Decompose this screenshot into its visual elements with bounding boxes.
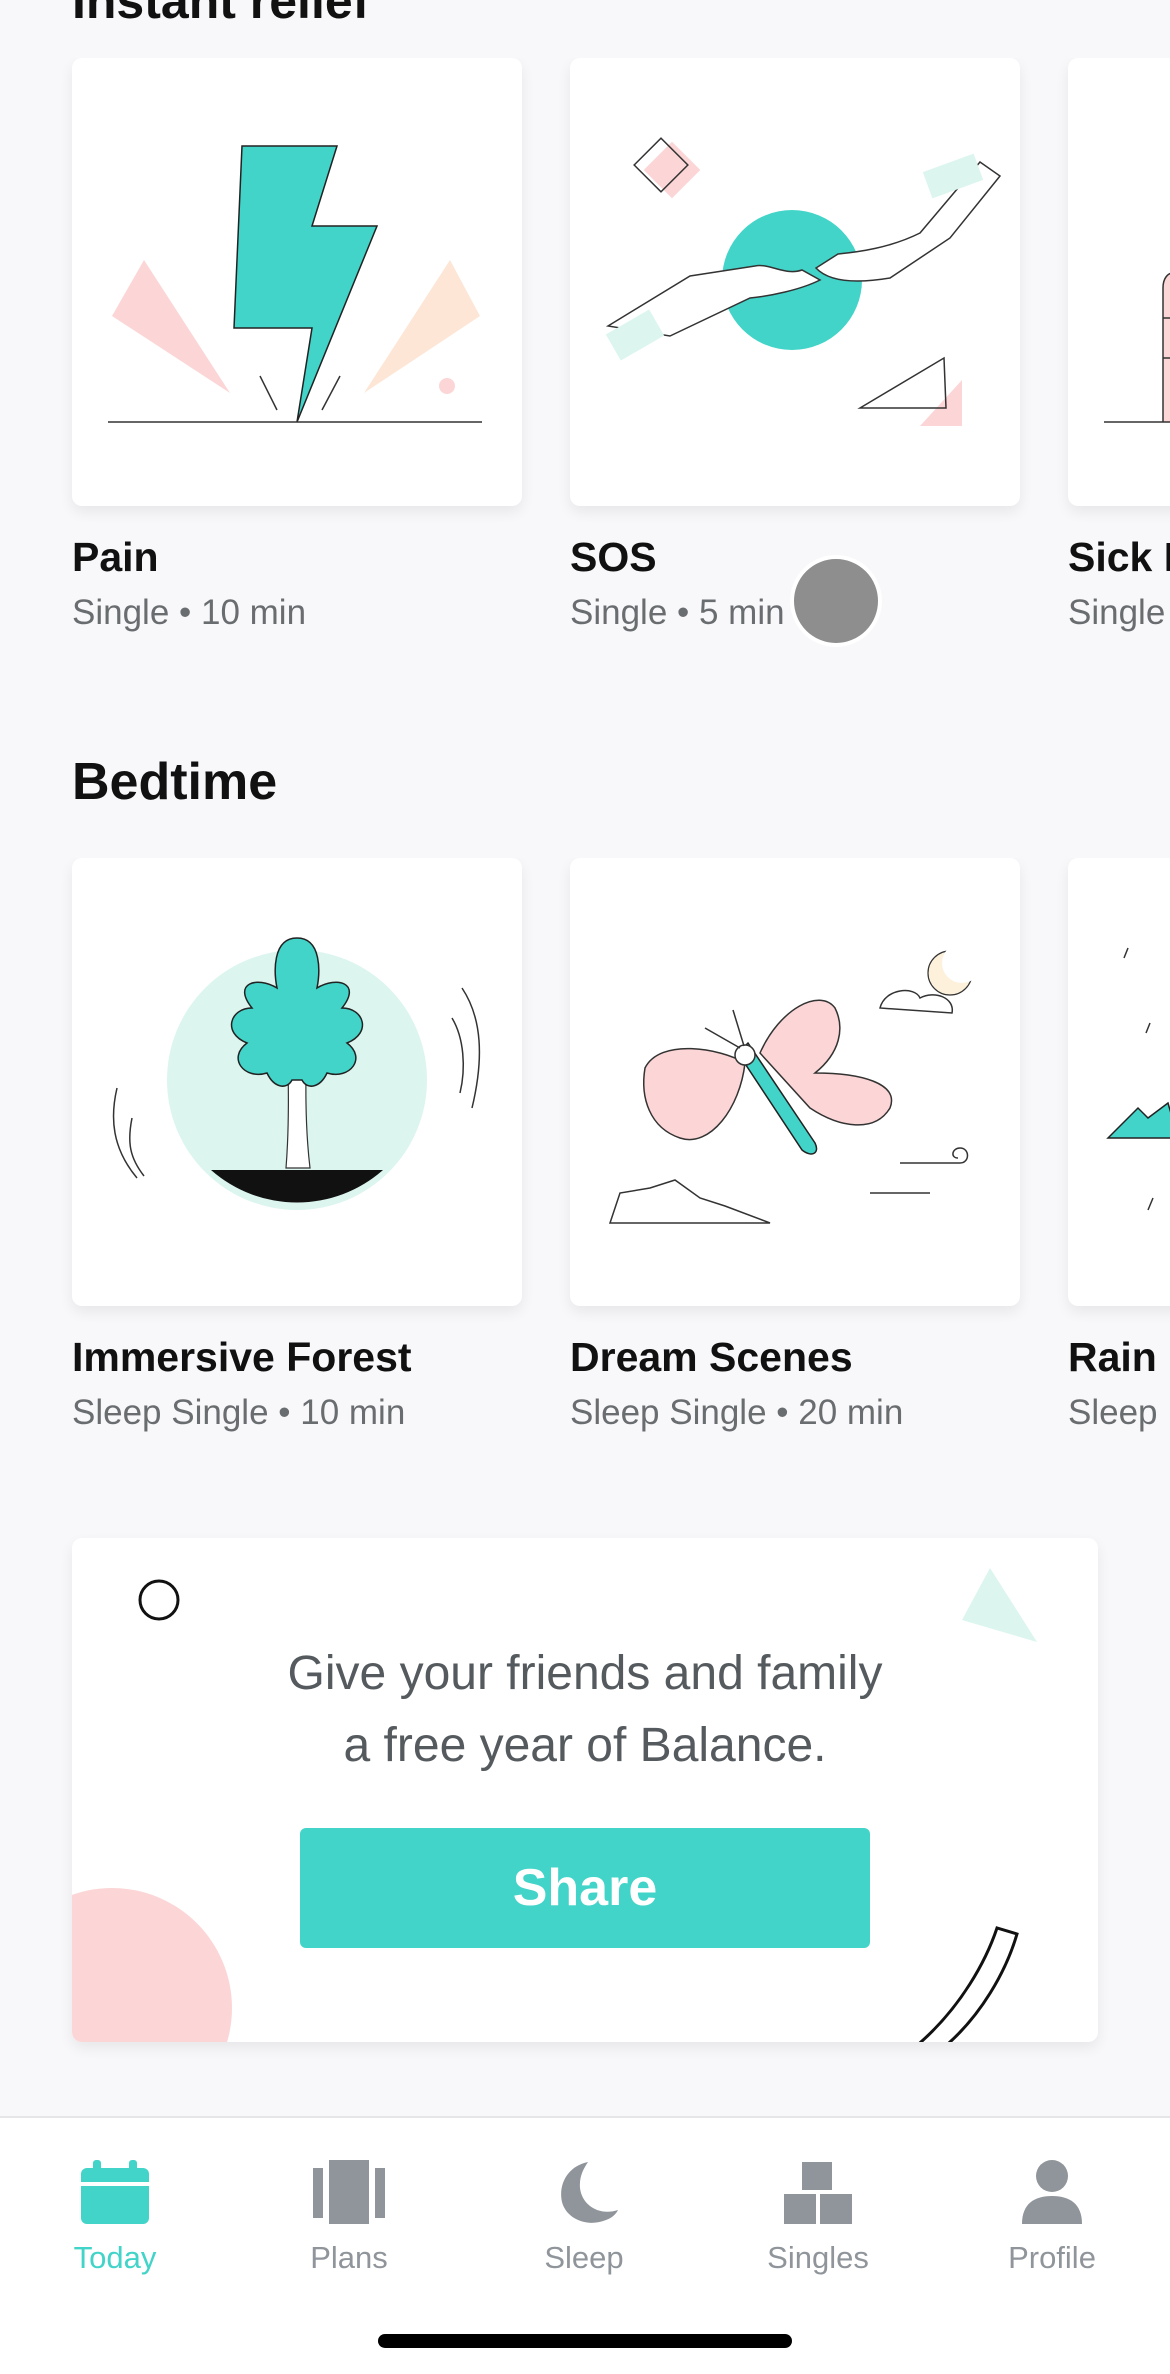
share-button[interactable]: Share — [300, 1828, 870, 1948]
decorative-shapes — [72, 1568, 1037, 2042]
instant-relief-carousel[interactable]: Pain Single • 10 min SOS Single • 5 min — [0, 58, 1170, 698]
promo-line-1: Give your friends and family — [287, 1647, 883, 1700]
card-meta: Single — [1068, 593, 1166, 632]
promo-text: Give your friends and family a free year… — [72, 1638, 1098, 1782]
card-title: Sick D — [1068, 534, 1170, 580]
rain-icon — [1068, 858, 1170, 1306]
card-title: Dream Scenes — [570, 1334, 853, 1380]
tab-label: Singles — [767, 2240, 869, 2275]
share-promo-card: Give your friends and family a free year… — [72, 1538, 1098, 2042]
card-title: SOS — [570, 534, 657, 580]
card-meta: Sleep Single • 20 min — [570, 1393, 904, 1432]
tab-sleep[interactable]: Sleep — [484, 2158, 684, 2276]
butterfly-icon — [570, 858, 1020, 1306]
calendar-icon — [81, 2160, 149, 2224]
card-sos[interactable]: SOS Single • 5 min — [570, 58, 1020, 633]
tab-today[interactable]: Today — [15, 2158, 215, 2276]
section-title-bedtime: Bedtime — [72, 753, 278, 811]
card-meta: Sleep — [1068, 1393, 1158, 1432]
tab-profile[interactable]: Profile — [952, 2158, 1152, 2276]
tree-icon — [72, 858, 522, 1306]
card-immersive-forest[interactable]: Immersive Forest Sleep Single • 10 min — [72, 858, 522, 1433]
hands-icon — [570, 58, 1020, 506]
tab-label: Sleep — [544, 2240, 624, 2275]
card-meta: Single • 10 min — [72, 593, 307, 632]
card-pain[interactable]: Pain Single • 10 min — [72, 58, 522, 633]
tab-singles[interactable]: Singles — [718, 2158, 918, 2276]
promo-line-2: a free year of Balance. — [343, 1719, 827, 1772]
card-title: Immersive Forest — [72, 1334, 412, 1380]
moon-icon — [561, 2162, 618, 2223]
blocks-icon — [784, 2162, 852, 2224]
card-meta: Sleep Single • 10 min — [72, 1393, 406, 1432]
person-icon — [1022, 2160, 1082, 2224]
card-sick-day[interactable]: Sick D Single — [1068, 58, 1170, 633]
bedtime-carousel[interactable]: Immersive Forest Sleep Single • 10 min D… — [0, 858, 1170, 1498]
plans-icon — [313, 2160, 385, 2224]
card-rain[interactable]: Rain Sleep — [1068, 858, 1170, 1433]
card-title: Pain — [72, 534, 159, 580]
card-dream-scenes[interactable]: Dream Scenes Sleep Single • 20 min — [570, 858, 1020, 1433]
lightning-icon — [72, 58, 522, 506]
tab-label: Profile — [1008, 2240, 1096, 2275]
touch-indicator — [790, 555, 882, 647]
tab-label: Plans — [310, 2240, 388, 2275]
home-indicator — [378, 2334, 792, 2348]
building-icon — [1068, 58, 1170, 506]
section-title-instant-relief: Instant relief — [72, 0, 370, 29]
tab-plans[interactable]: Plans — [249, 2158, 449, 2276]
tab-label: Today — [73, 2240, 157, 2275]
card-title: Rain — [1068, 1334, 1157, 1380]
